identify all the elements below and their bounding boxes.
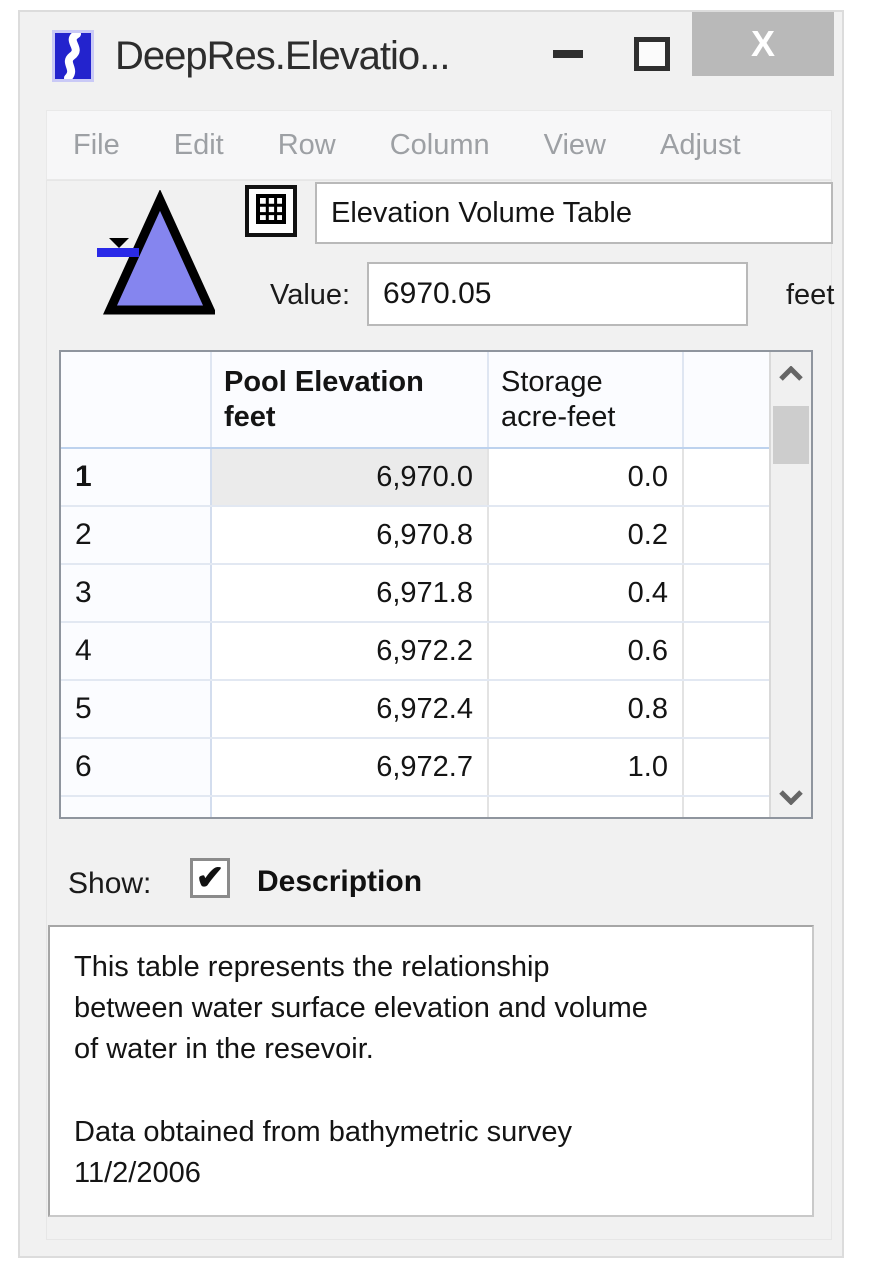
checkmark-icon: ✔ [196, 861, 225, 895]
table-row[interactable]: 3 6,971.8 0.4 [61, 565, 769, 623]
menu-edit[interactable]: Edit [174, 129, 224, 162]
scrollbar-thumb[interactable] [773, 406, 809, 464]
value-text: 6970.05 [383, 277, 491, 311]
row-number[interactable]: 6 [61, 739, 212, 795]
table-row[interactable]: 4 6,972.2 0.6 [61, 623, 769, 681]
reservoir-triangle-icon [75, 190, 215, 320]
cell-elevation[interactable]: 6,970.8 [212, 507, 489, 563]
menu-adjust[interactable]: Adjust [660, 129, 741, 162]
cell-storage[interactable]: 0.2 [489, 507, 684, 563]
row-number[interactable]: 1 [61, 449, 212, 505]
menu-bar: File Edit Row Column View Adjust [46, 110, 832, 180]
minimize-button[interactable] [553, 50, 583, 58]
description-textarea[interactable]: This table represents the relationship b… [48, 925, 814, 1217]
value-label: Value: [270, 279, 362, 312]
filler-header-cell [684, 352, 769, 447]
cell-elevation[interactable]: 6,971.8 [212, 565, 489, 621]
table-name-value: Elevation Volume Table [331, 197, 632, 230]
cell-storage[interactable]: 1.0 [489, 739, 684, 795]
row-number[interactable]: 4 [61, 623, 212, 679]
dialog-window: DeepRes.Elevatio... X File Edit Row Colu… [18, 10, 844, 1258]
row-number[interactable]: 5 [61, 681, 212, 737]
chevron-down-icon[interactable] [771, 789, 811, 805]
cell-storage[interactable]: 0.6 [489, 623, 684, 679]
row-number[interactable]: 3 [61, 565, 212, 621]
col-header-pool-elevation[interactable]: Pool Elevationfeet [212, 352, 489, 447]
menu-view[interactable]: View [544, 129, 606, 162]
table-header-row: Pool Elevationfeet Storageacre-feet [61, 352, 769, 449]
elevation-volume-table: Pool Elevationfeet Storageacre-feet 1 6,… [59, 350, 813, 819]
app-river-logo-icon [52, 30, 94, 82]
unit-label: feet [786, 279, 834, 312]
cell-storage[interactable]: 0.8 [489, 681, 684, 737]
menu-file[interactable]: File [73, 129, 120, 162]
table-row-partial [61, 797, 769, 819]
grid-icon [255, 193, 287, 230]
title-bar[interactable]: DeepRes.Elevatio... X [20, 12, 842, 108]
cell-elevation[interactable]: 6,972.7 [212, 739, 489, 795]
description-checkbox[interactable]: ✔ [190, 858, 230, 898]
cell-elevation[interactable]: 6,972.2 [212, 623, 489, 679]
cell-storage[interactable]: 0.4 [489, 565, 684, 621]
table-row[interactable]: 2 6,970.8 0.2 [61, 507, 769, 565]
table-grid-button[interactable] [245, 185, 297, 237]
corner-header-cell [61, 352, 212, 447]
close-icon: X [751, 23, 775, 65]
cell-elevation[interactable]: 6,972.4 [212, 681, 489, 737]
col-header-storage[interactable]: Storageacre-feet [489, 352, 684, 447]
menu-column[interactable]: Column [390, 129, 490, 162]
maximize-button[interactable] [634, 37, 670, 71]
chevron-up-icon[interactable] [771, 366, 811, 382]
vertical-scrollbar[interactable] [769, 352, 811, 817]
description-checkbox-label[interactable]: Description [257, 865, 422, 899]
table-row[interactable]: 5 6,972.4 0.8 [61, 681, 769, 739]
row-number[interactable]: 2 [61, 507, 212, 563]
cell-elevation-selected[interactable]: 6,970.0 [212, 449, 489, 505]
table-name-input[interactable]: Elevation Volume Table [315, 182, 833, 244]
table-row[interactable]: 6 6,972.7 1.0 [61, 739, 769, 797]
show-label: Show: [68, 867, 151, 901]
window-title: DeepRes.Elevatio... [115, 34, 450, 79]
close-button[interactable]: X [692, 12, 834, 76]
cell-storage[interactable]: 0.0 [489, 449, 684, 505]
value-input[interactable]: 6970.05 [367, 262, 748, 326]
table-row[interactable]: 1 6,970.0 0.0 [61, 449, 769, 507]
menu-row[interactable]: Row [278, 129, 336, 162]
